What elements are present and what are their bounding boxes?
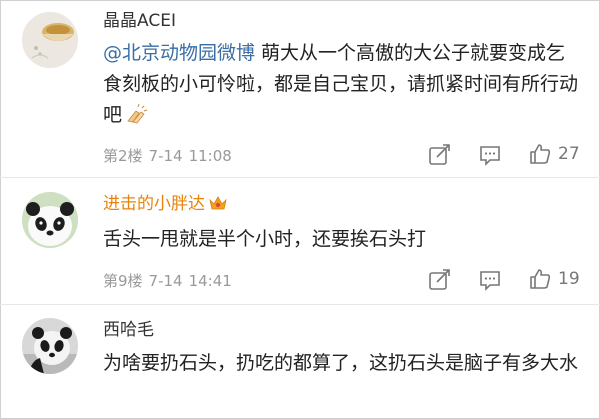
comment-icon[interactable] [478, 268, 502, 292]
like-icon[interactable] [528, 267, 552, 291]
comment-icon[interactable] [478, 143, 502, 167]
avatar[interactable] [22, 12, 78, 68]
like-icon[interactable] [528, 142, 552, 166]
comment-text: 舌头一甩就是半个小时，还要挨石头打 [103, 228, 427, 250]
comment-date: 7-14 [148, 147, 183, 165]
floor-number: 第9楼 [103, 272, 143, 290]
username[interactable]: 进击的小胖达 [103, 193, 228, 215]
like-count: 19 [558, 269, 580, 289]
avatar[interactable] [22, 318, 78, 374]
comment-meta: 第2楼 7-14 11:08 [103, 145, 238, 166]
share-icon[interactable] [428, 143, 452, 167]
like-count: 27 [558, 144, 580, 164]
divider [0, 177, 600, 178]
comment-text: @北京动物园微博 萌大从一个高傲的大公子就要变成乞食刻板的小可怜啦，都是自己宝贝… [103, 38, 581, 131]
clapping-hands-icon [127, 103, 148, 124]
comment-time: 11:08 [188, 147, 232, 165]
username[interactable]: 晶晶ACEI [103, 10, 176, 32]
avatar[interactable] [22, 192, 78, 248]
floor-number: 第2楼 [103, 147, 143, 165]
comment-date: 7-14 [148, 272, 183, 290]
comment-time: 14:41 [188, 272, 232, 290]
vip-crown-icon [209, 196, 227, 210]
comment-meta: 第9楼 7-14 14:41 [103, 270, 238, 291]
divider [0, 304, 600, 305]
share-icon[interactable] [428, 268, 452, 292]
username-text: 进击的小胖达 [103, 194, 205, 214]
comment-text: 为啥要扔石头，扔吃的都算了，这扔石头是脑子有多大水 [103, 352, 579, 374]
username[interactable]: 西哈毛 [103, 319, 154, 341]
mention-link[interactable]: @北京动物园微博 [103, 42, 255, 64]
